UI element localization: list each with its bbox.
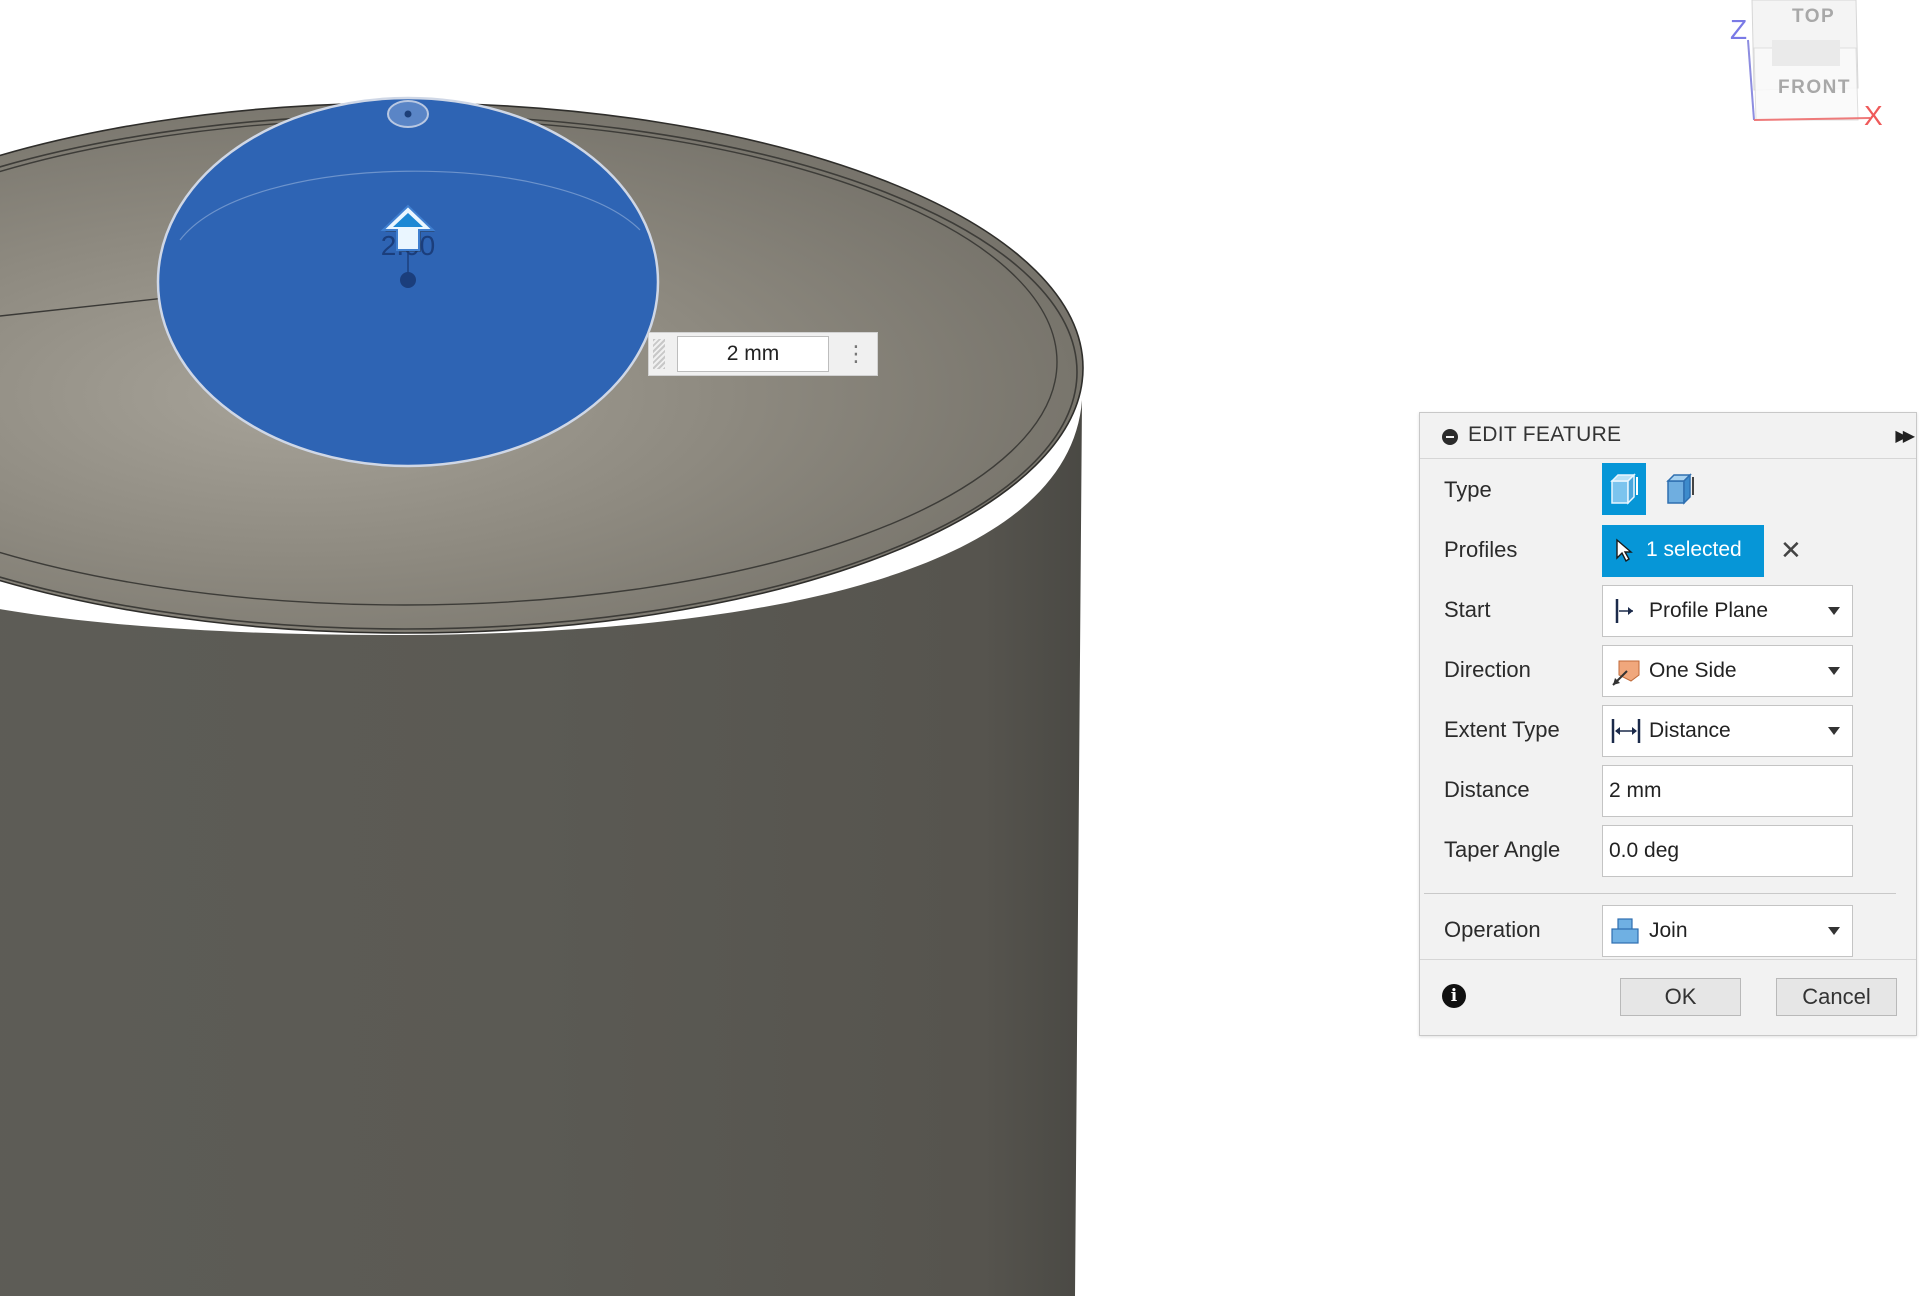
collapse-icon[interactable] [1442,429,1458,445]
extent-type-label: Extent Type [1444,717,1560,742]
chevron-down-icon [1828,607,1840,615]
one-side-direction-icon [1612,660,1640,686]
view-cube[interactable]: TOP FRONT Z X [1720,0,1922,140]
expand-panel-icon[interactable]: ▶▶ [1895,426,1914,446]
type-label: Type [1444,477,1492,502]
clear-selection-icon[interactable]: ✕ [1780,535,1802,566]
panel-title: EDIT FEATURE [1468,423,1622,446]
drag-grip[interactable] [653,339,665,369]
info-icon[interactable]: i [1442,984,1466,1008]
arrow-base-point [400,272,416,288]
direction-dropdown[interactable]: One Side [1602,645,1853,697]
distance-input[interactable]: 2 mm [1602,765,1853,817]
operation-dropdown[interactable]: Join [1602,905,1853,957]
extent-type-dropdown[interactable]: Distance [1602,705,1853,757]
join-operation-icon [1611,918,1639,944]
panel-header[interactable]: EDIT FEATURE ▶▶ [1420,413,1916,459]
profiles-selection-button[interactable]: 1 selected [1602,525,1764,577]
taper-angle-label: Taper Angle [1444,837,1561,862]
more-options-icon[interactable]: ⋮ [845,339,867,369]
solid-extrude-icon [1610,473,1638,505]
distance-extent-icon [1611,719,1641,743]
start-label: Start [1444,597,1491,622]
edit-feature-panel: EDIT FEATURE ▶▶ Type Profiles 1 selected… [1419,412,1917,1036]
extent-type-value: Distance [1649,719,1731,742]
operation-label: Operation [1444,917,1541,942]
direction-label: Direction [1444,657,1531,682]
direction-value: One Side [1649,659,1737,682]
distance-label: Distance [1444,777,1530,802]
start-dropdown[interactable]: Profile Plane [1602,585,1853,637]
distance-dimension-box: 2 mm ⋮ [648,332,878,376]
start-value: Profile Plane [1649,599,1769,622]
chevron-down-icon [1828,927,1840,935]
cursor-arrow-icon [1616,538,1633,563]
viewcube-top-face[interactable]: TOP [1792,6,1835,28]
viewcube-front-face[interactable]: FRONT [1778,77,1851,99]
taper-angle-input[interactable]: 0.0 deg [1602,825,1853,877]
panel-footer: i OK Cancel [1420,959,1916,1035]
chevron-down-icon [1828,727,1840,735]
axis-z-label: Z [1730,14,1748,45]
chevron-down-icon [1828,667,1840,675]
profile-plane-icon [1615,599,1633,623]
thin-extrude-icon [1666,473,1694,505]
ok-button[interactable]: OK [1620,978,1741,1016]
profiles-selected-text: 1 selected [1646,538,1742,561]
distance-dimension-input[interactable]: 2 mm [677,336,829,372]
cancel-button[interactable]: Cancel [1776,978,1897,1016]
axis-x-label: X [1864,100,1883,131]
profiles-label: Profiles [1444,537,1518,562]
type-solid-button[interactable] [1602,463,1646,515]
operation-value: Join [1649,919,1688,942]
section-divider [1424,893,1896,894]
type-thin-button[interactable] [1658,463,1702,515]
